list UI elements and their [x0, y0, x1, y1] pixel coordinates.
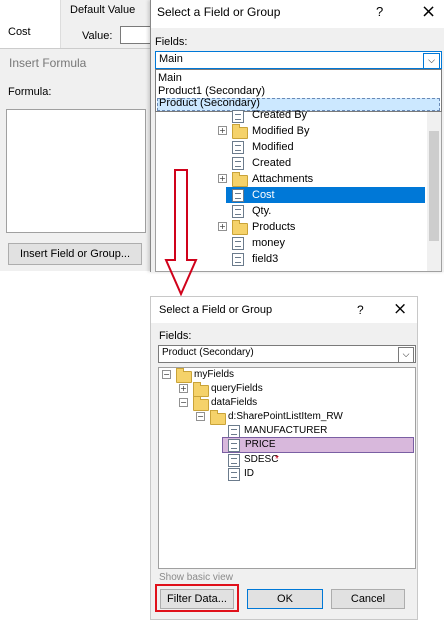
formula-label: Formula:	[8, 86, 52, 98]
tree-item-label: PRICE	[245, 439, 276, 450]
tree-item-products[interactable]: + Products	[216, 219, 356, 235]
tree-item-label: Qty.	[252, 205, 272, 217]
red-down-arrow	[164, 169, 198, 297]
fields-dropdown-value: Product (Secondary)	[162, 347, 254, 358]
dropdown-option-main[interactable]: Main	[158, 72, 182, 84]
tree-item-label: field3	[252, 253, 279, 265]
filter-data-button[interactable]: Filter Data...	[160, 589, 234, 609]
cost-label: Cost	[8, 26, 31, 38]
fields-label: Fields:	[159, 330, 192, 342]
tree-item-label: money	[252, 237, 286, 249]
fields-dropdown[interactable]: Product (Secondary) ⌵	[158, 345, 416, 363]
collapse-icon[interactable]: −	[179, 398, 188, 407]
expand-icon[interactable]: +	[218, 222, 227, 231]
tree-item-label: ID	[244, 468, 254, 479]
cancel-button[interactable]: Cancel	[331, 589, 405, 609]
tree-item-label: Created By	[252, 109, 308, 121]
tree-item-attachments[interactable]: + Attachments	[216, 171, 356, 187]
tree-item-field3[interactable]: field3	[230, 251, 350, 267]
attachments-folder-icon	[232, 172, 248, 187]
ok-button[interactable]: OK	[247, 589, 323, 609]
field-icon	[232, 205, 244, 218]
dialog2-title: Select a Field or Group	[159, 304, 273, 316]
show-basic-view-link[interactable]: Show basic view	[159, 572, 233, 583]
default-value-label: Default Value	[70, 4, 136, 16]
tree-item-label: Modified By	[252, 125, 310, 137]
field-icon	[232, 189, 244, 202]
expand-icon[interactable]: +	[218, 174, 227, 183]
tree-item-label: Modified	[252, 141, 294, 153]
fields-dropdown-list: Main Product1 (Secondary) Product (Secon…	[155, 69, 442, 112]
folder-icon	[210, 410, 226, 425]
fields-dropdown[interactable]: Main ⌵	[155, 51, 442, 69]
close-icon[interactable]: ×	[393, 299, 407, 319]
chevron-down-icon[interactable]: ⌵	[398, 347, 414, 363]
tree-item-cost[interactable]: Cost	[226, 187, 425, 203]
tree-item-modified[interactable]: Modified	[230, 139, 350, 155]
tree-item-money[interactable]: money	[230, 235, 350, 251]
expand-icon[interactable]: +	[179, 384, 188, 393]
help-icon[interactable]: ?	[357, 303, 364, 317]
field-icon	[232, 237, 244, 250]
value-label: Value:	[82, 30, 113, 42]
field-icon	[232, 141, 244, 154]
tree-item-created-by[interactable]: Created By	[230, 108, 350, 124]
insert-field-or-group-button[interactable]: Insert Field or Group...	[8, 243, 142, 265]
tree-item-id[interactable]: ID	[226, 466, 386, 482]
insert-formula-dialog: Insert Formula Formula: Insert Field or …	[0, 48, 152, 271]
folder-icon	[232, 124, 248, 139]
tree-item-label: Cost	[252, 189, 275, 201]
expand-icon[interactable]: +	[218, 126, 227, 135]
collapse-icon[interactable]: −	[162, 370, 171, 379]
chevron-down-icon[interactable]: ⌵	[423, 53, 440, 69]
folder-icon	[232, 220, 248, 235]
tree-item-price[interactable]: PRICE	[222, 437, 414, 453]
field-icon	[232, 157, 244, 170]
tree-item-created[interactable]: Created	[230, 155, 350, 171]
fields-dropdown-value: Main	[159, 53, 183, 65]
tree-item-qty[interactable]: Qty.	[230, 203, 350, 219]
close-icon[interactable]: ×	[421, 1, 436, 22]
dropdown-option-product1[interactable]: Product1 (Secondary)	[158, 85, 265, 97]
tree-item-modified-by[interactable]: + Modified By	[216, 123, 356, 139]
field-icon	[228, 468, 240, 481]
tree-item-label: Created	[252, 157, 292, 169]
field-icon	[228, 439, 240, 452]
scrollbar-thumb[interactable]	[429, 131, 439, 241]
tree-item-label: Attachments	[252, 173, 314, 185]
dialog1-title: Select a Field or Group	[157, 5, 281, 19]
collapse-icon[interactable]: −	[196, 412, 205, 421]
help-icon[interactable]: ?	[376, 4, 383, 19]
field-icon	[232, 253, 244, 266]
field-icon	[232, 110, 244, 123]
insert-formula-title: Insert Formula	[9, 56, 87, 70]
tree-item-label: Products	[252, 221, 296, 233]
fields-label: Fields:	[155, 36, 188, 48]
formula-textarea[interactable]	[6, 109, 146, 233]
